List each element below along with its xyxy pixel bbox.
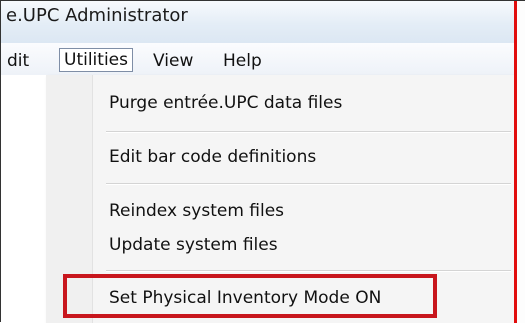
menu-separator — [106, 183, 511, 185]
menu-item-reindex-system-files[interactable]: Reindex system files — [109, 201, 284, 221]
menu-item-edit-bar-code-definitions[interactable]: Edit bar code definitions — [109, 147, 316, 167]
menu-bar: dit Utilities View Help — [1, 43, 514, 76]
highlight-box — [63, 274, 437, 318]
menu-view[interactable]: View — [149, 49, 197, 73]
menu-separator — [106, 131, 511, 133]
menu-item-purge-data-files[interactable]: Purge entrée.UPC data files — [109, 93, 342, 113]
right-margin — [517, 1, 525, 323]
menu-separator — [106, 270, 511, 272]
title-bar: e.UPC Administrator — [1, 1, 514, 44]
menu-edit[interactable]: dit — [3, 49, 33, 73]
app-window: e.UPC Administrator dit Utilities View H… — [0, 0, 525, 323]
window-title: e.UPC Administrator — [6, 5, 188, 26]
menu-help[interactable]: Help — [219, 49, 266, 73]
menu-utilities[interactable]: Utilities — [59, 48, 133, 72]
menu-item-update-system-files[interactable]: Update system files — [109, 235, 278, 255]
main-content-area — [1, 75, 46, 323]
